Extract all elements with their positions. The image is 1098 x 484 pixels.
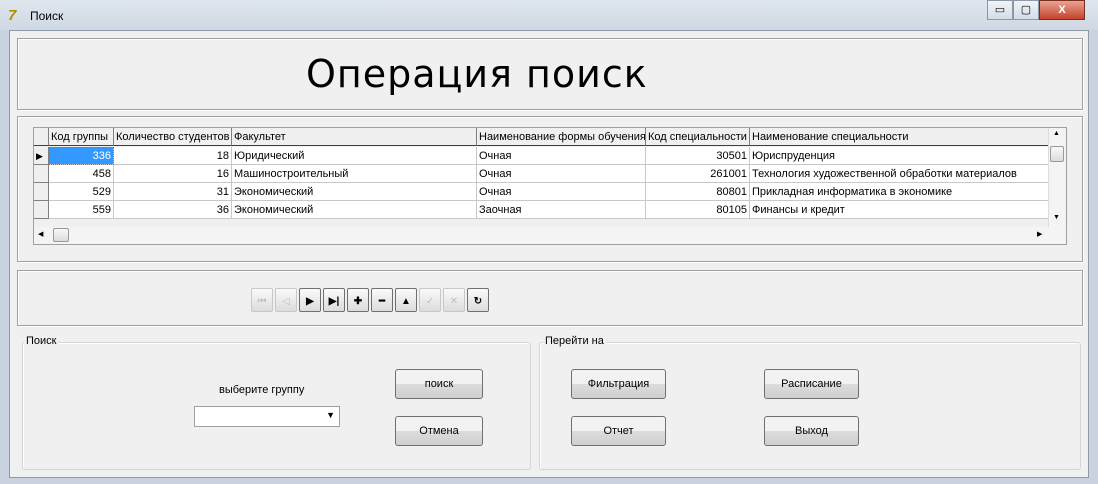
cancel-button[interactable]: Отмена bbox=[395, 416, 483, 446]
grid-cell[interactable]: 31 bbox=[114, 183, 232, 201]
scroll-down-icon[interactable]: ▼ bbox=[1053, 214, 1060, 221]
select-group-label: выберите группу bbox=[219, 384, 305, 396]
row-indicator[interactable] bbox=[34, 165, 49, 183]
column-header[interactable]: Количество студентов bbox=[114, 128, 232, 146]
search-group-label: Поиск bbox=[24, 335, 59, 347]
goto-group bbox=[539, 342, 1081, 470]
column-header[interactable]: Факультет bbox=[232, 128, 477, 146]
chevron-down-icon[interactable]: ▼ bbox=[326, 410, 335, 420]
window-title: Поиск bbox=[30, 9, 64, 23]
scroll-left-icon[interactable]: ◀ bbox=[38, 230, 43, 238]
delete-icon: ━ bbox=[378, 296, 386, 307]
column-header[interactable]: Наименование формы обучения bbox=[477, 128, 646, 146]
nav-cancel-button[interactable]: ✕ bbox=[443, 288, 465, 312]
row-indicator[interactable] bbox=[34, 183, 49, 201]
cancel-icon: ✕ bbox=[449, 296, 459, 307]
report-button[interactable]: Отчет bbox=[571, 416, 666, 446]
column-header[interactable]: Код группы bbox=[49, 128, 114, 146]
edit-icon: ▲ bbox=[401, 296, 411, 307]
grid-cell[interactable]: 30501 bbox=[646, 147, 750, 165]
page-title: Операция поиск bbox=[306, 52, 648, 96]
data-grid[interactable]: Код группы Количество студентов Факультет Н… bbox=[33, 127, 1067, 245]
scroll-thumb[interactable] bbox=[53, 228, 69, 242]
column-header[interactable]: Код специальности bbox=[646, 128, 750, 146]
nav-delete-button[interactable]: ━ bbox=[371, 288, 393, 312]
scroll-right-icon[interactable]: ▶ bbox=[1037, 230, 1042, 238]
grid-cell[interactable]: Финансы и кредит bbox=[750, 201, 1049, 219]
grid-cell[interactable]: 458 bbox=[49, 165, 114, 183]
grid-cell[interactable]: Юридический bbox=[232, 147, 477, 165]
group-combo[interactable]: ▼ bbox=[194, 406, 340, 427]
grid-cell[interactable]: Очная bbox=[477, 147, 646, 165]
horizontal-scrollbar[interactable]: ◀ ▶ bbox=[34, 227, 1066, 244]
nav-refresh-button[interactable]: ↻ bbox=[467, 288, 489, 312]
grid-cell[interactable]: 80105 bbox=[646, 201, 750, 219]
schedule-button[interactable]: Расписание bbox=[764, 369, 859, 399]
grid-cell[interactable]: Экономический bbox=[232, 201, 477, 219]
grid-cell[interactable]: Экономический bbox=[232, 183, 477, 201]
post-icon: ✓ bbox=[425, 296, 435, 307]
grid-cell[interactable]: 529 bbox=[49, 183, 114, 201]
first-icon: ⏮ bbox=[257, 296, 267, 307]
app-icon: 7 bbox=[8, 7, 17, 24]
row-indicator[interactable] bbox=[34, 201, 49, 219]
grid-cell[interactable]: 336 bbox=[49, 147, 114, 165]
nav-first-button[interactable]: ⏮ bbox=[251, 288, 273, 312]
grid-cell[interactable]: Прикладная информатика в экономике bbox=[750, 183, 1049, 201]
scroll-thumb[interactable] bbox=[1050, 146, 1064, 162]
navigator-panel bbox=[17, 270, 1083, 326]
grid-cell[interactable]: Технология художественной обработки мате… bbox=[750, 165, 1049, 183]
grid-cell[interactable]: 80801 bbox=[646, 183, 750, 201]
vertical-scrollbar[interactable]: ▲ ▼ bbox=[1048, 128, 1065, 227]
insert-icon: ✚ bbox=[353, 296, 363, 307]
nav-insert-button[interactable]: ✚ bbox=[347, 288, 369, 312]
nav-last-button[interactable]: ▶| bbox=[323, 288, 345, 312]
close-button[interactable]: X bbox=[1039, 0, 1085, 20]
nav-prior-button[interactable]: ◁ bbox=[275, 288, 297, 312]
grid-cell[interactable]: 16 bbox=[114, 165, 232, 183]
grid-cell[interactable]: Юриспруденция bbox=[750, 147, 1049, 165]
column-header[interactable]: Наименование специальности bbox=[750, 128, 1049, 146]
nav-next-button[interactable]: ▶ bbox=[299, 288, 321, 312]
search-button[interactable]: поиск bbox=[395, 369, 483, 399]
row-indicator[interactable]: ▶ bbox=[34, 147, 49, 165]
nav-post-button[interactable]: ✓ bbox=[419, 288, 441, 312]
grid-cell[interactable]: 261001 bbox=[646, 165, 750, 183]
prior-icon: ◁ bbox=[282, 296, 290, 307]
filter-button[interactable]: Фильтрация bbox=[571, 369, 666, 399]
grid-cell[interactable]: Очная bbox=[477, 183, 646, 201]
grid-corner bbox=[34, 128, 49, 146]
grid-cell[interactable]: Очная bbox=[477, 165, 646, 183]
next-icon: ▶ bbox=[306, 296, 314, 307]
minimize-button[interactable]: ▭ bbox=[987, 0, 1013, 20]
grid-cell[interactable]: 559 bbox=[49, 201, 114, 219]
scroll-up-icon[interactable]: ▲ bbox=[1053, 130, 1060, 137]
nav-edit-button[interactable]: ▲ bbox=[395, 288, 417, 312]
grid-cell[interactable]: Заочная bbox=[477, 201, 646, 219]
last-icon: ▶| bbox=[328, 296, 340, 307]
goto-group-label: Перейти на bbox=[543, 335, 606, 347]
refresh-icon: ↻ bbox=[473, 296, 483, 307]
exit-button[interactable]: Выход bbox=[764, 416, 859, 446]
maximize-button[interactable]: ▢ bbox=[1013, 0, 1039, 20]
title-bar: 7 Поиск ▭ ▢ X bbox=[0, 0, 1098, 30]
grid-cell[interactable]: 18 bbox=[114, 147, 232, 165]
grid-cell[interactable]: 36 bbox=[114, 201, 232, 219]
grid-cell[interactable]: Машиностроительный bbox=[232, 165, 477, 183]
